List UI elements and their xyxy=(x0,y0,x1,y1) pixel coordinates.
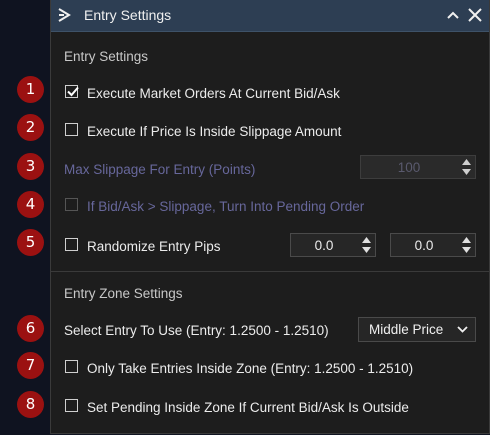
chevron-right-icon xyxy=(58,8,71,22)
pending-if-slippage-checkbox[interactable] xyxy=(65,198,78,211)
titlebar: Entry Settings xyxy=(51,0,489,32)
section-divider xyxy=(51,271,489,272)
spin-up-icon[interactable] xyxy=(462,237,471,243)
spin-down-icon[interactable] xyxy=(462,247,471,253)
spin-up-icon[interactable] xyxy=(462,159,471,165)
spin-up-icon[interactable] xyxy=(362,237,371,243)
only-inside-zone-checkbox[interactable] xyxy=(65,360,78,373)
checkmark-icon xyxy=(67,86,79,97)
pending-inside-zone-checkbox[interactable] xyxy=(65,399,78,412)
entry-settings-heading: Entry Settings xyxy=(64,49,149,64)
randomize-pips-checkbox[interactable] xyxy=(65,238,78,251)
spin-arrows xyxy=(458,234,475,256)
max-slippage-spinbox[interactable]: 100 xyxy=(360,155,476,179)
max-slippage-label: Max Slippage For Entry (Points) xyxy=(64,162,256,177)
annotation-badge: 8 xyxy=(17,391,44,418)
annotation-badge: 4 xyxy=(17,191,44,218)
execute-inside-slippage-label: Execute If Price Is Inside Slippage Amou… xyxy=(87,124,342,139)
pending-inside-zone-label: Set Pending Inside Zone If Current Bid/A… xyxy=(87,400,409,415)
randomize-min-spinbox[interactable]: 0.0 xyxy=(290,233,376,257)
spin-arrows xyxy=(358,234,375,256)
entry-zone-heading: Entry Zone Settings xyxy=(64,286,183,301)
annotation-badge: 3 xyxy=(17,153,44,180)
window-title: Entry Settings xyxy=(84,7,172,23)
pending-if-slippage-label: If Bid/Ask > Slippage, Turn Into Pending… xyxy=(87,199,365,214)
annotation-badge: 1 xyxy=(17,76,44,103)
collapse-button[interactable] xyxy=(443,5,463,25)
spin-arrows xyxy=(458,156,475,178)
entry-settings-panel: Entry Settings Entry Settings Execute Ma… xyxy=(50,0,490,434)
randomize-min-value: 0.0 xyxy=(314,238,334,253)
randomize-max-spinbox[interactable]: 0.0 xyxy=(390,233,476,257)
randomize-max-value: 0.0 xyxy=(414,238,434,253)
select-entry-dropdown[interactable]: Middle Price xyxy=(358,317,476,342)
only-inside-zone-label: Only Take Entries Inside Zone (Entry: 1.… xyxy=(87,361,414,376)
select-entry-label: Select Entry To Use (Entry: 1.2500 - 1.2… xyxy=(64,323,329,338)
annotation-badge: 5 xyxy=(17,229,44,256)
execute-inside-slippage-checkbox[interactable] xyxy=(65,123,78,136)
chevron-down-icon xyxy=(457,326,468,333)
annotation-badge: 6 xyxy=(17,315,44,342)
spin-down-icon[interactable] xyxy=(362,247,371,253)
max-slippage-value: 100 xyxy=(397,160,421,175)
annotation-badge: 2 xyxy=(17,114,44,141)
close-button[interactable] xyxy=(465,5,485,25)
annotation-badge: 7 xyxy=(17,352,44,379)
spin-down-icon[interactable] xyxy=(462,169,471,175)
execute-market-label: Execute Market Orders At Current Bid/Ask xyxy=(87,86,340,101)
select-entry-value: Middle Price xyxy=(369,322,444,337)
randomize-pips-label: Randomize Entry Pips xyxy=(87,239,221,254)
execute-market-checkbox[interactable] xyxy=(65,85,79,98)
